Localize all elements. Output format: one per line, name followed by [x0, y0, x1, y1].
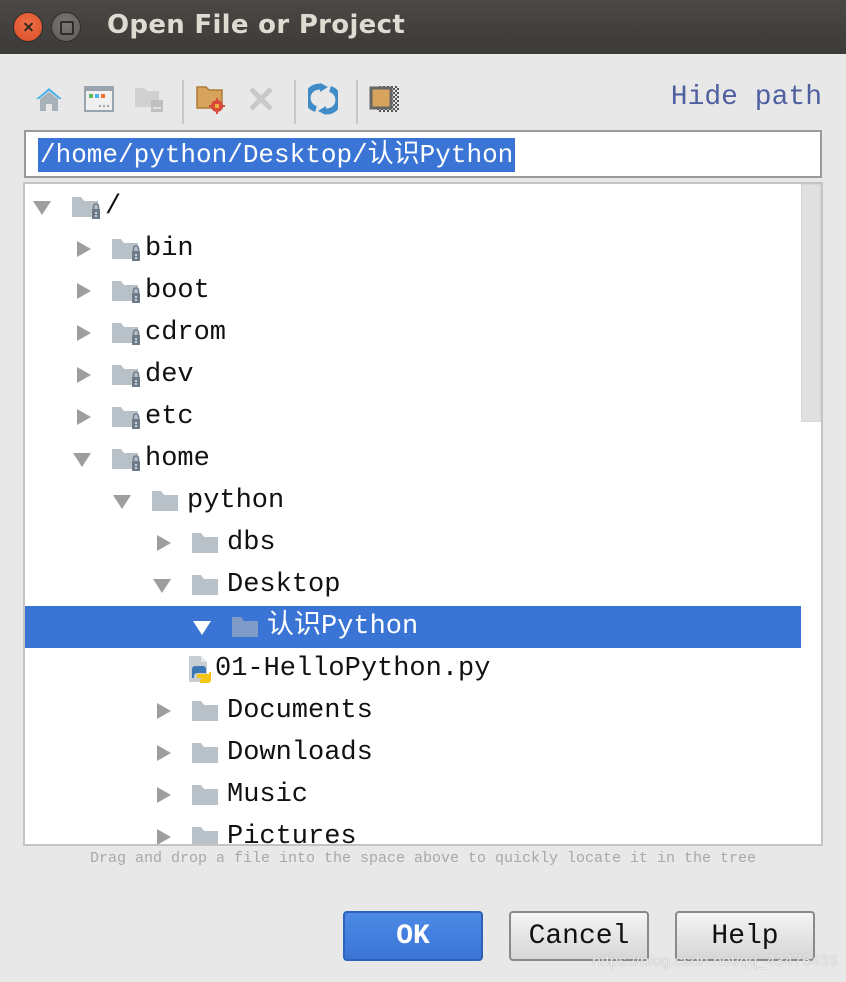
tree-item-label: Music — [227, 780, 309, 810]
expand-arrow-right-icon[interactable] — [73, 407, 93, 427]
tree-folder-item[interactable]: Pictures — [25, 816, 803, 846]
file-tree[interactable]: Pictures Music Downloads Documents 01-HelloP… — [23, 182, 823, 846]
toolbar — [30, 78, 450, 124]
tree-item-label: boot — [145, 276, 210, 306]
tree-item-label: 认识Python — [267, 612, 419, 642]
folder-icon — [191, 740, 221, 766]
tree-item-label: Pictures — [227, 822, 357, 846]
expand-arrow-down-icon[interactable] — [193, 617, 213, 637]
tree-scrollbar-thumb[interactable] — [801, 184, 821, 422]
expand-arrow-right-icon[interactable] — [153, 785, 173, 805]
tree-folder-item[interactable]: / — [25, 186, 803, 228]
tree-item-label: cdrom — [145, 318, 227, 348]
tree-item-label: Desktop — [227, 570, 341, 600]
maximize-window-button[interactable] — [51, 12, 81, 42]
expand-arrow-right-icon[interactable] — [153, 701, 173, 721]
tree-folder-item[interactable]: Documents — [25, 690, 803, 732]
tree-folder-item[interactable]: Music — [25, 774, 803, 816]
watermark: https://blog.csdn.net/qq_43476433 — [592, 953, 838, 970]
locked-folder-icon — [111, 236, 141, 262]
show-hidden-icon[interactable] — [368, 82, 402, 116]
expand-arrow-right-icon[interactable] — [153, 533, 173, 553]
expand-arrow-right-icon[interactable] — [153, 743, 173, 763]
expand-arrow-right-icon[interactable] — [73, 281, 93, 301]
tree-folder-item[interactable]: boot — [25, 270, 803, 312]
expand-arrow-right-icon[interactable] — [73, 365, 93, 385]
tree-folder-item[interactable]: home — [25, 438, 803, 480]
expand-arrow-right-icon[interactable] — [73, 323, 93, 343]
tree-folder-item[interactable]: etc — [25, 396, 803, 438]
tree-folder-item[interactable]: Downloads — [25, 732, 803, 774]
tree-folder-item[interactable]: cdrom — [25, 312, 803, 354]
tree-item-label: home — [145, 444, 210, 474]
tree-folder-item[interactable]: Desktop — [25, 564, 803, 606]
tree-item-label: dev — [145, 360, 194, 390]
project-folder-icon — [132, 82, 166, 116]
folder-icon — [191, 530, 221, 556]
window-title: Open File or Project — [107, 10, 406, 40]
hide-path-link[interactable]: Hide path — [671, 82, 822, 113]
tree-folder-item[interactable]: bin — [25, 228, 803, 270]
locked-folder-icon — [111, 362, 141, 388]
drag-drop-hint: Drag and drop a file into the space abov… — [89, 850, 757, 867]
folder-icon — [151, 488, 181, 514]
refresh-icon[interactable] — [306, 82, 340, 116]
tree-item-label: Downloads — [227, 738, 373, 768]
ok-button[interactable]: OK — [343, 911, 483, 961]
tree-item-label: Documents — [227, 696, 373, 726]
tree-folder-item[interactable]: dbs — [25, 522, 803, 564]
tree-scrollbar[interactable] — [801, 184, 821, 844]
tree-item-label: dbs — [227, 528, 276, 558]
tree-folder-item[interactable]: python — [25, 480, 803, 522]
close-window-button[interactable] — [13, 12, 43, 42]
tree-folder-item[interactable]: dev — [25, 354, 803, 396]
title-bar: Open File or Project — [0, 0, 846, 54]
folder-icon — [191, 698, 221, 724]
home-icon[interactable] — [32, 82, 66, 116]
expand-arrow-right-icon[interactable] — [73, 239, 93, 259]
tree-item-label: etc — [145, 402, 194, 432]
expand-arrow-down-icon[interactable] — [153, 575, 173, 595]
desktop-icon[interactable] — [82, 82, 116, 116]
tree-item-label: bin — [145, 234, 194, 264]
tree-item-label: 01-HelloPython.py — [215, 654, 491, 684]
locked-folder-icon — [111, 278, 141, 304]
expand-arrow-down-icon[interactable] — [73, 449, 93, 469]
new-folder-icon[interactable] — [194, 82, 228, 116]
locked-folder-icon — [71, 194, 101, 220]
folder-icon — [191, 824, 221, 844]
tree-item-label: / — [105, 192, 122, 222]
tree-file-item[interactable]: 01-HelloPython.py — [25, 648, 803, 690]
locked-folder-icon — [111, 320, 141, 346]
expand-arrow-right-icon[interactable] — [153, 827, 173, 844]
tree-folder-item[interactable]: 认识Python — [25, 606, 821, 648]
expand-arrow-down-icon[interactable] — [113, 491, 133, 511]
locked-folder-icon — [111, 404, 141, 430]
path-input-value[interactable]: /home/python/Desktop/认识Python — [38, 138, 516, 172]
folder-icon — [191, 572, 221, 598]
locked-folder-icon — [111, 446, 141, 472]
folder-icon — [231, 614, 261, 640]
delete-icon — [244, 82, 278, 116]
tree-item-label: python — [187, 486, 285, 516]
python-file-icon — [185, 654, 215, 683]
folder-icon — [191, 782, 221, 808]
path-input[interactable]: /home/python/Desktop/认识Python — [24, 130, 822, 178]
expand-arrow-down-icon[interactable] — [33, 197, 53, 217]
